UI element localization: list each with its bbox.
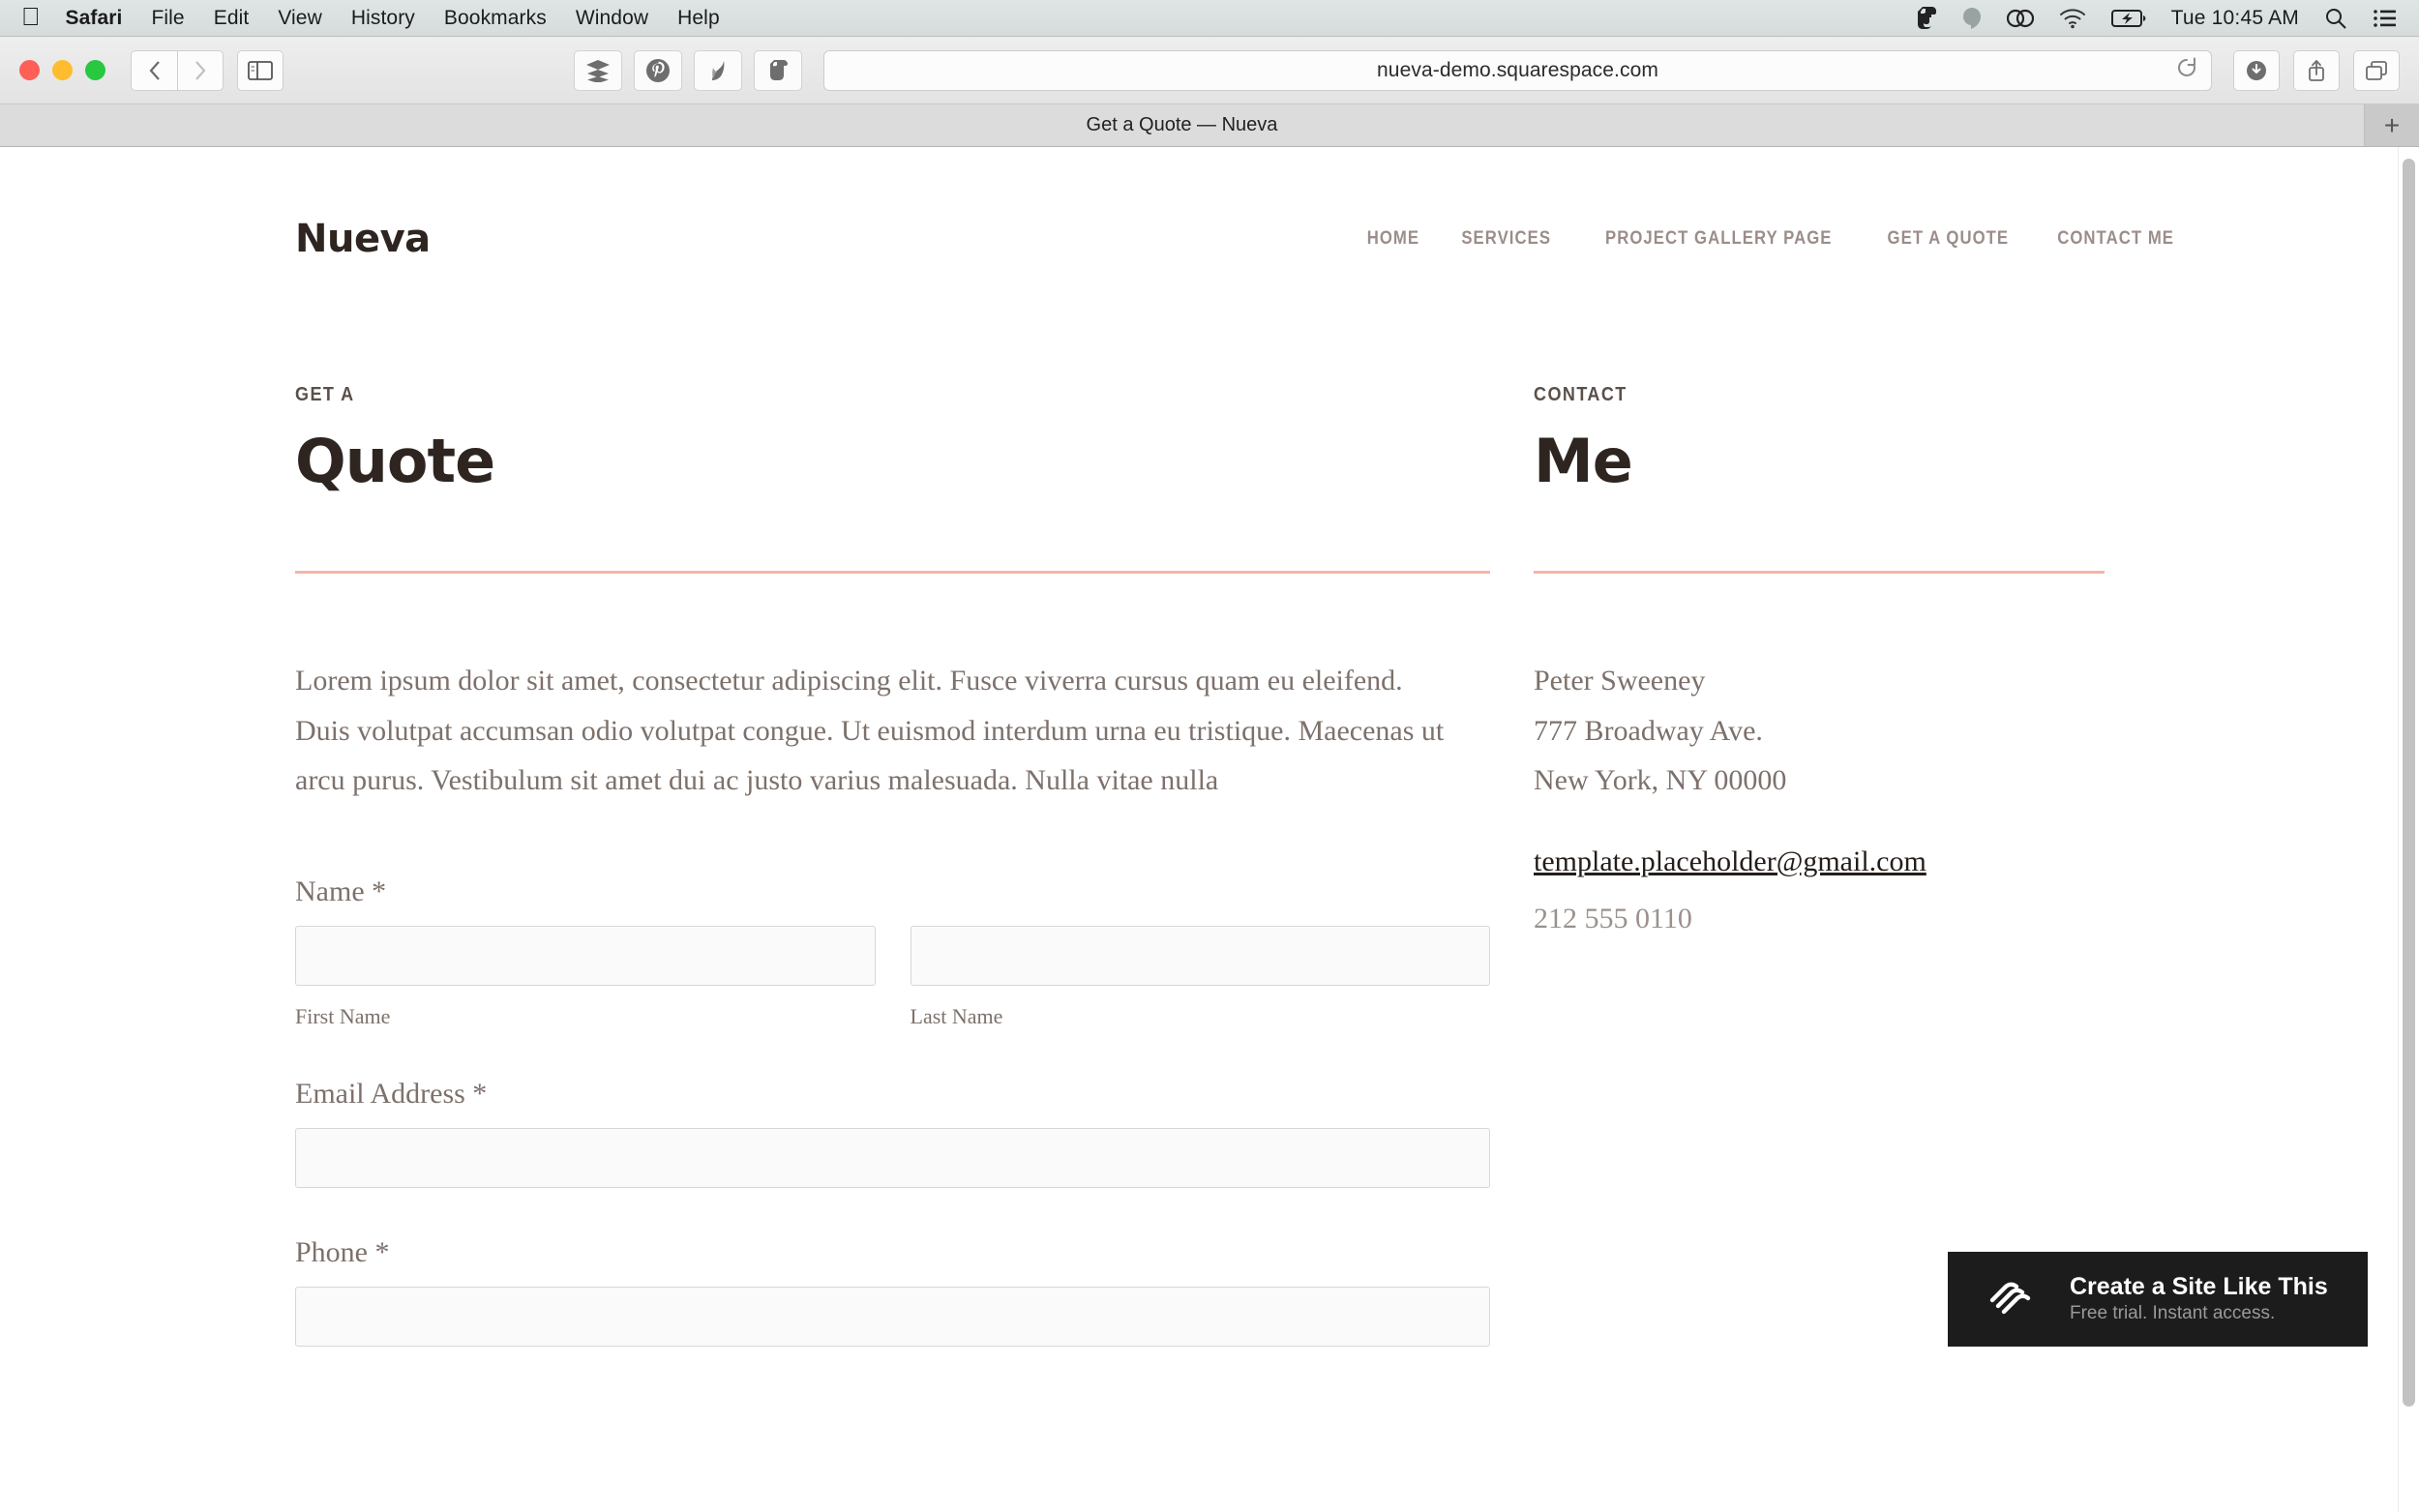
share-icon[interactable]	[2293, 49, 2340, 91]
evernote-icon[interactable]	[1916, 5, 1937, 32]
squarespace-promo-badge[interactable]: Create a Site Like This Free trial. Inst…	[1948, 1251, 2368, 1347]
first-name-cell: First Name	[295, 925, 876, 1029]
menu-bar-status-area: Tue 10:45 AM	[1916, 5, 2398, 32]
list-icon[interactable]	[2373, 5, 2398, 32]
adobe-creative-cloud-icon[interactable]	[2006, 5, 2034, 32]
squarespace-badge-text: Create a Site Like This Free trial. Inst…	[2070, 1272, 2328, 1326]
quote-column: GET A Quote Lorem ipsum dolor sit amet, …	[295, 384, 1490, 1347]
first-name-sublabel: First Name	[295, 1003, 391, 1028]
battery-charging-icon[interactable]	[2110, 5, 2146, 32]
contact-phone: 212 555 0110	[1534, 903, 1692, 935]
squarespace-badge-title: Create a Site Like This	[2070, 1272, 2328, 1300]
quote-eyebrow: GET A	[295, 384, 355, 405]
tab-title: Get a Quote — Nueva	[1086, 114, 1278, 135]
quote-form: Name * First Name Last Name Email Addres…	[295, 875, 1490, 1347]
quote-paragraph: Lorem ipsum dolor sit amet, consectetur …	[295, 665, 1445, 797]
nav-item-services[interactable]: SERVICES	[1462, 228, 1552, 250]
contact-divider	[1534, 571, 2105, 574]
apple-logo-icon[interactable]: 	[21, 4, 41, 29]
toolbar-right-buttons	[2233, 49, 2400, 91]
web-page-viewport: Nueva HOME SERVICES PROJECT GALLERY PAGE…	[0, 147, 2419, 1512]
contact-column: CONTACT Me Peter Sweeney 777 Broadway Av…	[1534, 384, 2105, 1347]
tab-get-a-quote[interactable]: Get a Quote — Nueva	[0, 104, 2365, 146]
name-label: Name *	[295, 875, 387, 907]
wifi-icon[interactable]	[2059, 5, 2086, 32]
nav-item-home[interactable]: HOME	[1367, 228, 1419, 250]
zoom-button[interactable]	[85, 60, 105, 80]
forward-button[interactable]	[177, 49, 224, 91]
close-button[interactable]	[19, 60, 40, 80]
navigation-buttons	[131, 49, 224, 91]
extension-buttons	[574, 49, 802, 91]
reload-icon[interactable]	[2176, 57, 2197, 83]
menu-item-bookmarks[interactable]: Bookmarks	[444, 7, 547, 30]
menu-item-file[interactable]: File	[151, 7, 184, 30]
phone-field-group: Phone *	[295, 1236, 1490, 1347]
nav-item-project-gallery-page[interactable]: PROJECT GALLERY PAGE	[1605, 228, 1832, 250]
last-name-cell: Last Name	[910, 925, 1490, 1029]
squarespace-logo-icon	[1985, 1274, 2039, 1323]
menu-bar-clock[interactable]: Tue 10:45 AM	[2171, 7, 2299, 30]
page-scrollbar[interactable]	[2398, 147, 2419, 1512]
browser-toolbar: nueva-demo.squarespace.com	[0, 37, 2419, 104]
url-text[interactable]: nueva-demo.squarespace.com	[1377, 59, 1658, 82]
menu-item-history[interactable]: History	[351, 7, 415, 30]
contact-address-line2: New York, NY 00000	[1534, 764, 1787, 797]
nav-item-contact-me[interactable]: CONTACT ME	[2057, 228, 2174, 250]
tab-bar: Get a Quote — Nueva +	[0, 104, 2419, 147]
menu-item-edit[interactable]: Edit	[214, 7, 250, 30]
email-input[interactable]	[295, 1127, 1490, 1188]
scrollbar-thumb[interactable]	[2403, 159, 2415, 1407]
last-name-input[interactable]	[910, 925, 1490, 986]
email-label: Email Address *	[295, 1077, 488, 1110]
site-header: Nueva HOME SERVICES PROJECT GALLERY PAGE…	[0, 147, 2419, 278]
menu-item-help[interactable]: Help	[677, 7, 720, 30]
last-name-sublabel: Last Name	[910, 1003, 1003, 1028]
contact-details: Peter Sweeney 777 Broadway Ave. New York…	[1534, 656, 2105, 944]
contact-email-link[interactable]: template.placeholder@gmail.com	[1534, 837, 1926, 887]
window-controls	[19, 60, 105, 80]
page-title: Quote	[295, 426, 495, 496]
layers-stack-icon[interactable]	[574, 49, 622, 91]
minimize-button[interactable]	[52, 60, 73, 80]
menu-item-view[interactable]: View	[278, 7, 322, 30]
menu-item-safari[interactable]: Safari	[66, 7, 123, 30]
os-menu-bar:  Safari File Edit View History Bookmark…	[0, 0, 2419, 37]
phone-input[interactable]	[295, 1286, 1490, 1347]
quote-divider	[295, 571, 1490, 574]
download-icon[interactable]	[2233, 49, 2280, 91]
nav-item-get-a-quote[interactable]: GET A QUOTE	[1888, 228, 2010, 250]
pinterest-icon[interactable]	[634, 49, 682, 91]
sidebar-icon[interactable]	[237, 49, 284, 91]
evernote-clipper-icon[interactable]	[754, 49, 802, 91]
new-tab-button[interactable]: +	[2365, 104, 2419, 146]
site-logo[interactable]: Nueva	[295, 217, 431, 261]
contact-title: Me	[1534, 426, 1633, 496]
phone-label: Phone *	[295, 1235, 390, 1268]
name-inputs-row: First Name Last Name	[295, 925, 1490, 1029]
hangouts-icon[interactable]	[1962, 5, 1982, 32]
contact-eyebrow: CONTACT	[1534, 384, 1628, 405]
url-bar[interactable]: nueva-demo.squarespace.com	[823, 49, 2212, 91]
name-field-group: Name * First Name Last Name	[295, 875, 1490, 1029]
menu-item-window[interactable]: Window	[576, 7, 648, 30]
back-button[interactable]	[131, 49, 177, 91]
feather-flame-icon[interactable]	[694, 49, 742, 91]
email-field-group: Email Address *	[295, 1078, 1490, 1188]
contact-name: Peter Sweeney	[1534, 665, 1706, 697]
squarespace-badge-subtitle: Free trial. Instant access.	[2070, 1303, 2276, 1324]
web-page-content: Nueva HOME SERVICES PROJECT GALLERY PAGE…	[0, 147, 2419, 1347]
tabs-icon[interactable]	[2353, 49, 2400, 91]
search-icon[interactable]	[2324, 5, 2347, 32]
contact-address-line1: 777 Broadway Ave.	[1534, 714, 1763, 747]
page-columns: GET A Quote Lorem ipsum dolor sit amet, …	[0, 278, 2419, 1347]
first-name-input[interactable]	[295, 925, 876, 986]
site-navigation: HOME SERVICES PROJECT GALLERY PAGE GET A…	[1363, 228, 2182, 250]
